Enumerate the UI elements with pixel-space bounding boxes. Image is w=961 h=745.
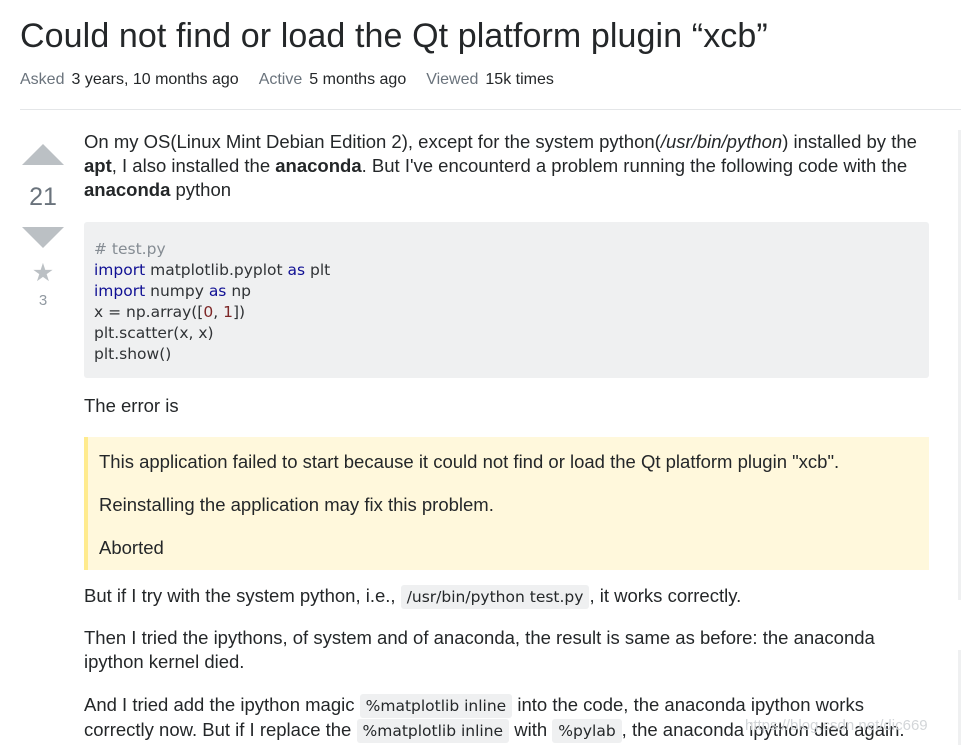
intro-bold-apt: apt xyxy=(84,155,112,176)
code-keyword: as xyxy=(287,261,306,279)
intro-bold-anaconda: anaconda xyxy=(84,179,171,200)
intro-text: . But I've encounterd a problem running … xyxy=(361,155,908,176)
paragraph-text: into the code, the anaconda ipython work… xyxy=(512,694,864,715)
paragraph-text: And I tried add the ipython magic xyxy=(84,694,360,715)
code-text: x = np.array([ xyxy=(94,303,204,321)
code-text: plt.scatter(x, x) xyxy=(94,324,214,342)
error-intro: The error is xyxy=(84,395,179,416)
active-label: Active xyxy=(258,71,303,88)
active-value[interactable]: 5 months ago xyxy=(309,71,406,88)
code-number: 0 xyxy=(203,303,214,321)
code-number: 1 xyxy=(223,303,233,321)
inline-code: %pylab xyxy=(552,719,622,743)
intro-text: ) installed by the xyxy=(782,131,917,152)
question-meta: Asked 3 years, 10 months ago Active 5 mont… xyxy=(20,71,554,89)
intro-text: On my OS(Linux Mint Debian Edition 2), e… xyxy=(84,131,661,152)
asked-value[interactable]: 3 years, 10 months ago xyxy=(71,71,238,88)
code-keyword: import xyxy=(94,261,146,279)
code-text: ]) xyxy=(232,303,246,321)
watermark: https://blog.csdn.net/dic669 xyxy=(745,717,928,734)
error-line: Aborted xyxy=(99,537,164,558)
paragraph-text: with xyxy=(509,719,553,740)
code-line: # test.py xyxy=(94,239,919,260)
code-line: plt.show() xyxy=(94,344,919,365)
vote-count: 21 xyxy=(29,183,57,211)
downvote-icon[interactable] xyxy=(22,227,64,248)
code-block[interactable]: # test.py import matplotlib.pyplot as pl… xyxy=(84,222,929,378)
viewed-label: Viewed xyxy=(426,71,479,88)
intro-path: /usr/bin/python xyxy=(660,131,783,152)
code-line: x = np.array([0, 1]) xyxy=(94,302,919,323)
paragraph-text: correctly now. But if I replace the xyxy=(84,719,357,740)
code-text: numpy xyxy=(145,282,209,300)
system-python-paragraph: But if I try with the system python, i.e… xyxy=(84,584,741,609)
error-line: This application failed to start because… xyxy=(99,451,840,472)
favorite-star-icon[interactable]: ★ xyxy=(32,258,54,288)
favorite-count: 3 xyxy=(38,292,48,309)
vote-cell: 21 ★ 3 xyxy=(20,140,66,309)
code-line: import matplotlib.pyplot as plt xyxy=(94,260,919,281)
paragraph-line: And I tried add the ipython magic %matpl… xyxy=(84,693,905,718)
intro-bold-anaconda: anaconda xyxy=(275,155,362,176)
paragraph-text: Then I tried the ipythons, of system and… xyxy=(84,627,875,648)
code-line: import numpy as np xyxy=(94,281,919,302)
code-keyword: import xyxy=(94,282,146,300)
intro-paragraph: On my OS(Linux Mint Debian Edition 2), e… xyxy=(84,130,934,202)
code-text: plt xyxy=(305,261,331,279)
paragraph-text: , it works correctly. xyxy=(589,585,742,606)
error-blockquote: This application failed to start because… xyxy=(84,437,929,570)
code-text: , xyxy=(213,303,224,321)
header-divider xyxy=(20,109,961,110)
asked-label: Asked xyxy=(20,71,65,88)
ipython-paragraph: Then I tried the ipythons, of system and… xyxy=(84,626,875,674)
inline-code: /usr/bin/python test.py xyxy=(400,585,590,609)
code-comment: # test.py xyxy=(94,240,166,258)
code-text: matplotlib.pyplot xyxy=(145,261,288,279)
code-text: plt.show() xyxy=(94,345,172,363)
asked-info: Asked 3 years, 10 months ago xyxy=(20,71,239,89)
question-body-intro: On my OS(Linux Mint Debian Edition 2), e… xyxy=(84,130,934,202)
viewed-value: 15k times xyxy=(485,71,554,88)
intro-text: python xyxy=(170,179,232,200)
active-info: Active 5 months ago xyxy=(259,71,407,89)
inline-code: %matplotlib inline xyxy=(356,719,510,743)
paragraph-text: ipython kernel died. xyxy=(84,651,245,672)
error-line: Reinstalling the application may fix thi… xyxy=(99,494,494,515)
code-line: plt.scatter(x, x) xyxy=(94,323,919,344)
question-title[interactable]: Could not find or load the Qt platform p… xyxy=(20,17,768,56)
code-text: np xyxy=(226,282,251,300)
upvote-icon[interactable] xyxy=(22,144,64,165)
code-keyword: as xyxy=(208,282,227,300)
inline-code: %matplotlib inline xyxy=(359,694,513,718)
viewed-info: Viewed 15k times xyxy=(426,71,554,89)
paragraph-text: But if I try with the system python, i.e… xyxy=(84,585,401,606)
intro-text: , I also installed the xyxy=(111,155,276,176)
